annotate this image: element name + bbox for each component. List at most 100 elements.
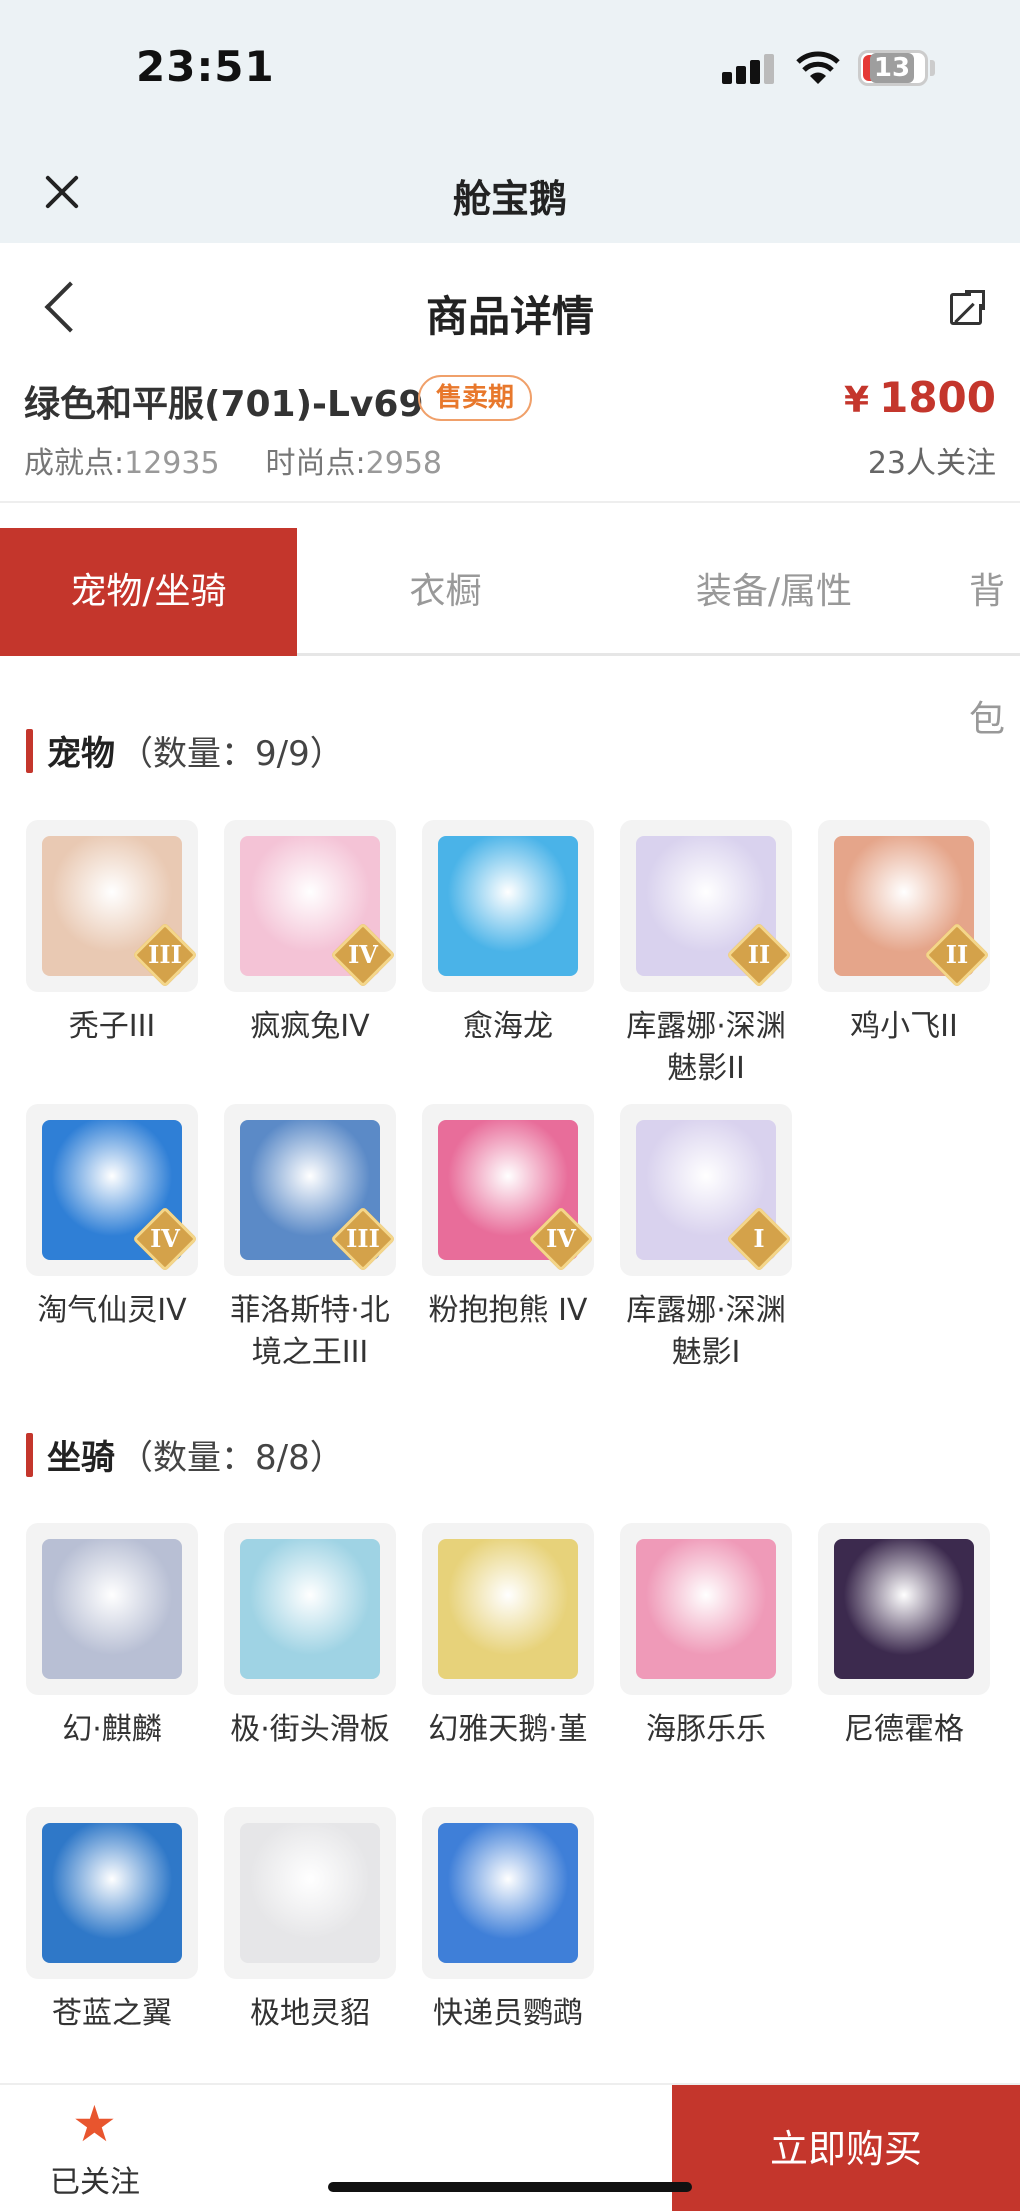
mount-item[interactable]: 苍蓝之翼 (26, 1807, 198, 2035)
tier-label: II (747, 940, 771, 969)
home-indicator (328, 2182, 692, 2192)
tab-wardrobe[interactable]: 衣橱 (297, 528, 594, 656)
pet-item[interactable]: IV 粉抱抱熊 IV (422, 1104, 594, 1332)
mount-item[interactable]: 幻·麒麟 (26, 1523, 198, 1751)
pet-item[interactable]: III 菲洛斯特·北境之王III (224, 1104, 396, 1374)
mount-name: 苍蓝之翼 (52, 1996, 172, 2031)
pets-title: 宠物 (47, 734, 115, 774)
status-time: 23:51 (136, 42, 275, 91)
pet-name: 鸡小飞II (850, 1009, 958, 1044)
mount-thumbnail (422, 1523, 594, 1695)
mount-name: 幻·麒麟 (62, 1712, 162, 1747)
achievement-value: 12935 (124, 446, 220, 481)
price: ¥1800 (844, 373, 996, 422)
tier-label: IV (348, 940, 378, 969)
price-value: 1800 (879, 373, 996, 422)
webview-top-bar: 23:51 13 舱宝鹅 (0, 0, 1020, 243)
mount-item[interactable]: 尼德霍格 (818, 1523, 990, 1751)
mount-thumbnail (818, 1523, 990, 1695)
mount-item[interactable]: 快递员鹦鹉 (422, 1807, 594, 2035)
tier-label: II (945, 940, 969, 969)
cellular-signal-icon (722, 54, 776, 84)
battery-level: 13 (869, 53, 915, 83)
mount-name: 幻雅天鹅·堇 (428, 1712, 588, 1747)
wifi-icon (796, 51, 840, 84)
pet-item[interactable]: IV 疯疯兔IV (224, 820, 396, 1048)
mount-image (438, 1823, 578, 1963)
mount-thumbnail (620, 1523, 792, 1695)
mount-name: 极·街头滑板 (230, 1712, 390, 1747)
mount-thumbnail (26, 1523, 198, 1695)
mount-name: 海豚乐乐 (646, 1712, 766, 1747)
pet-thumbnail: III (224, 1104, 396, 1276)
page-title: 商品详情 (425, 292, 594, 341)
pet-item[interactable]: I 库露娜·深渊魅影I (620, 1104, 792, 1374)
page-header: 商品详情 (0, 243, 1020, 373)
pet-name: 愈海龙 (463, 1009, 553, 1044)
section-accent-bar (26, 728, 33, 773)
status-badge: 售卖期 (418, 375, 533, 421)
battery-nub (930, 60, 935, 76)
pet-thumbnail: III (26, 820, 198, 992)
achievement-label: 成就点: (24, 446, 125, 481)
share-icon[interactable] (950, 288, 987, 325)
mount-item[interactable]: 幻雅天鹅·堇 (422, 1523, 594, 1751)
section-accent-bar (26, 1432, 33, 1477)
pet-thumbnail: IV (26, 1104, 198, 1276)
star-icon: ★ (72, 2095, 117, 2153)
pet-item[interactable]: III 秃子III (26, 820, 198, 1048)
pets-section-title: 宠物 （数量：9/9） (26, 726, 344, 775)
pet-thumbnail (422, 820, 594, 992)
pet-name: 疯疯兔IV (250, 1009, 370, 1044)
pet-name: 秃子III (68, 1009, 156, 1044)
battery-icon: 13 (858, 50, 928, 86)
buy-now-button[interactable]: 立即购买 (672, 2085, 1020, 2211)
fashion-value: 2958 (365, 446, 443, 481)
pet-name: 粉抱抱熊 IV (428, 1293, 588, 1328)
follow-label: 已关注 (50, 2165, 140, 2200)
webview-title: 舱宝鹅 (452, 177, 567, 221)
mount-image (240, 1539, 380, 1679)
mount-image (438, 1539, 578, 1679)
pet-thumbnail: II (818, 820, 990, 992)
mount-thumbnail (422, 1807, 594, 1979)
tab-backpack[interactable]: 背包 (954, 528, 1020, 740)
fashion-label: 时尚点: (265, 446, 366, 481)
pet-thumbnail: IV (422, 1104, 594, 1276)
mount-image (42, 1539, 182, 1679)
mount-name: 极地灵貂 (250, 1996, 370, 2031)
mount-image (636, 1539, 776, 1679)
pet-thumbnail: I (620, 1104, 792, 1276)
pet-thumbnail: II (620, 820, 792, 992)
mount-item[interactable]: 极地灵貂 (224, 1807, 396, 2035)
pet-name: 菲洛斯特·北境之王III (230, 1293, 390, 1370)
mount-name: 快递员鹦鹉 (433, 1996, 583, 2031)
product-stats: 成就点:12935 时尚点:2958 (24, 438, 442, 482)
pet-name: 淘气仙灵IV (37, 1293, 187, 1328)
mounts-count: （数量：8/8） (119, 1438, 344, 1478)
pet-item[interactable]: IV 淘气仙灵IV (26, 1104, 198, 1332)
mount-item[interactable]: 海豚乐乐 (620, 1523, 792, 1751)
mount-image (42, 1823, 182, 1963)
followers-count: 23人关注 (867, 446, 996, 481)
product-name: 绿色和平服(701)-Lv69 (24, 384, 424, 425)
pet-thumbnail: IV (224, 820, 396, 992)
mount-image (834, 1539, 974, 1679)
mount-thumbnail (224, 1523, 396, 1695)
pet-name: 库露娜·深渊魅影II (626, 1009, 786, 1086)
tab-pets-mounts[interactable]: 宠物/坐骑 (0, 528, 297, 656)
mount-image (240, 1823, 380, 1963)
mounts-title: 坐骑 (47, 1438, 115, 1478)
pet-item[interactable]: 愈海龙 (422, 820, 594, 1048)
pet-image (438, 836, 578, 976)
pet-name: 库露娜·深渊魅影I (626, 1293, 786, 1370)
tab-equipment[interactable]: 装备/属性 (594, 528, 954, 656)
mount-item[interactable]: 极·街头滑板 (224, 1523, 396, 1751)
pet-item[interactable]: II 鸡小飞II (818, 820, 990, 1048)
mounts-section-title: 坐骑 （数量：8/8） (26, 1430, 344, 1479)
tab-bar: 宠物/坐骑 衣橱 装备/属性 背包 (0, 528, 1020, 740)
follow-button[interactable]: ★ 已关注 (0, 2085, 190, 2211)
currency-symbol: ¥ (844, 380, 870, 421)
pet-item[interactable]: II 库露娜·深渊魅影II (620, 820, 792, 1090)
tier-label: III (148, 940, 182, 969)
